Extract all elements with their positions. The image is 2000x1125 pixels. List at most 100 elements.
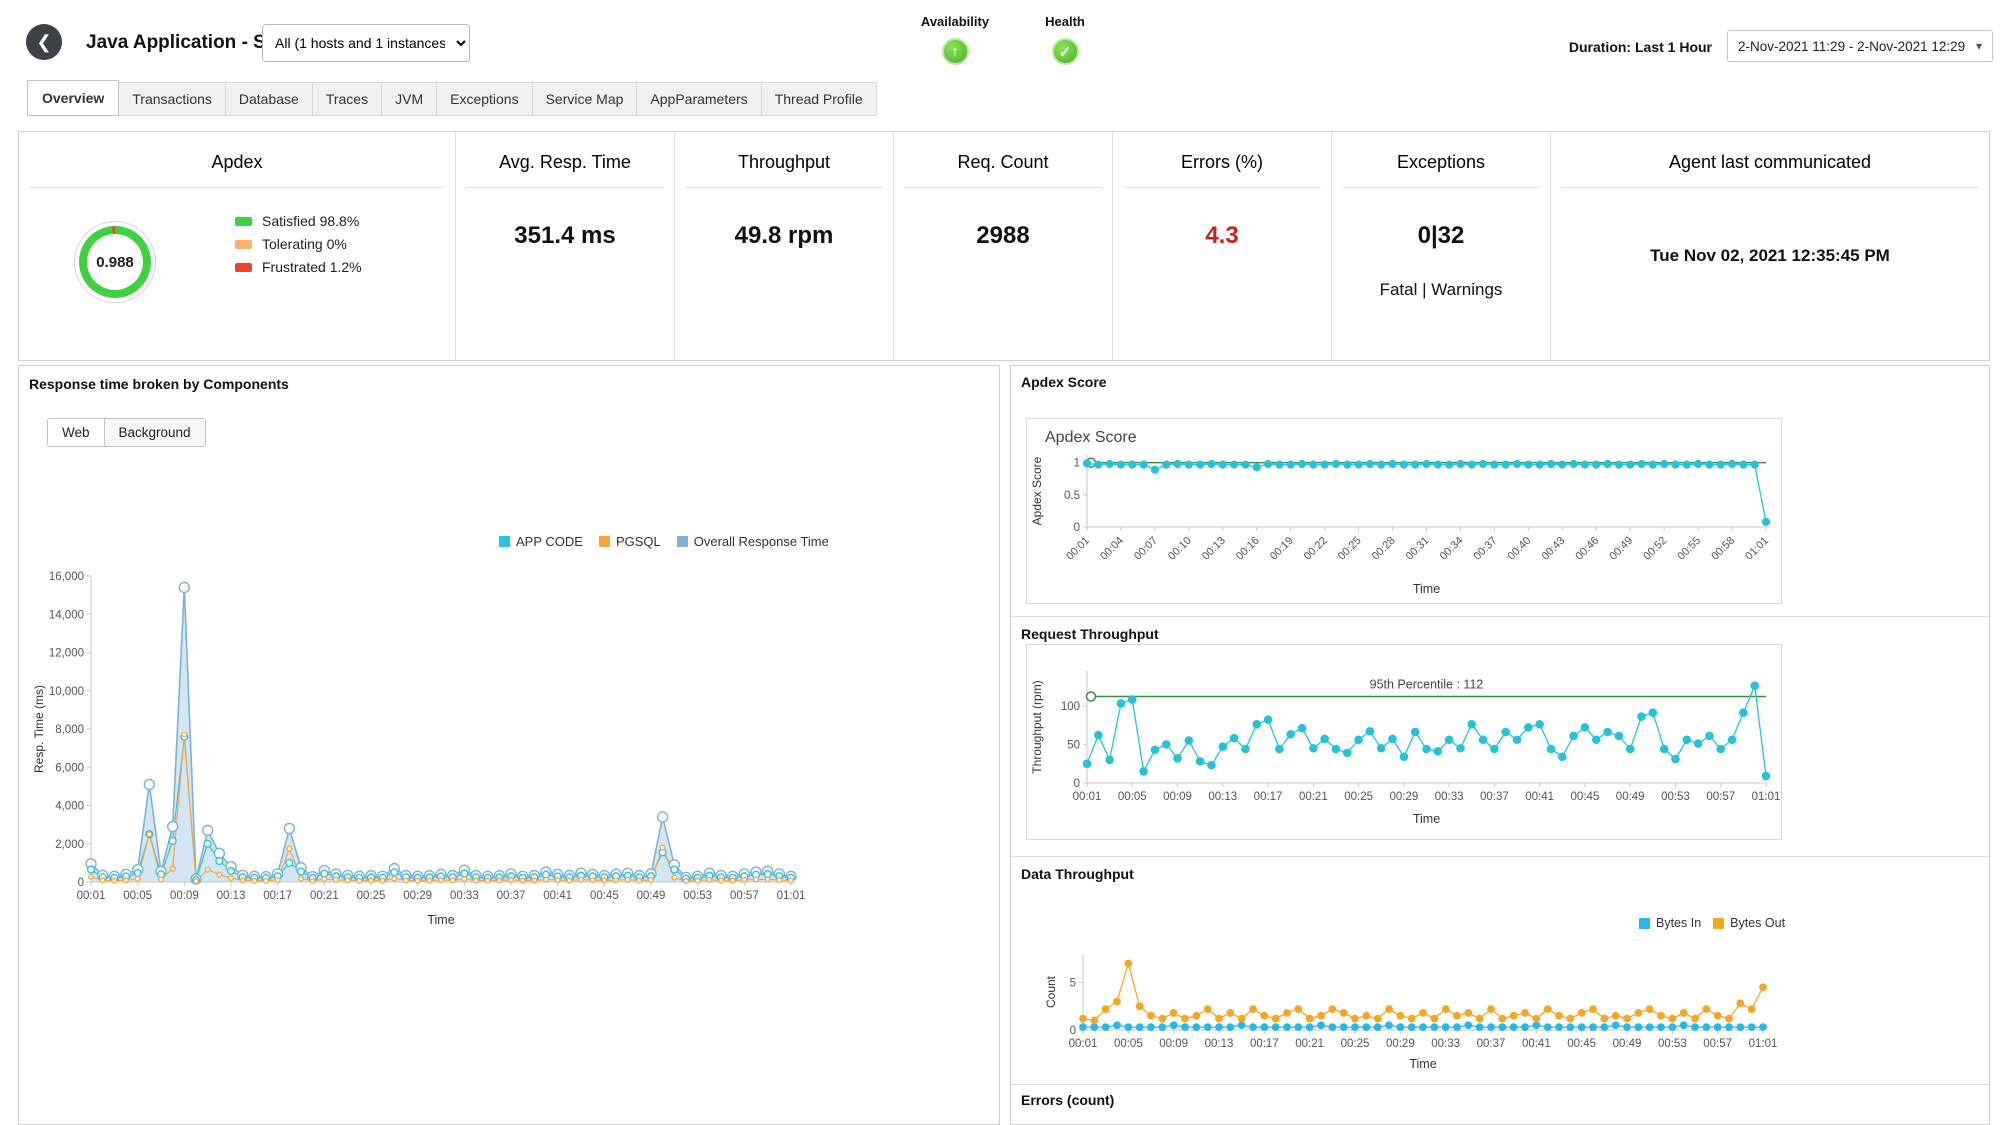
apdex-content: 0.988 Satisfied 98.8% Tolerating 0% Frus… — [19, 224, 455, 300]
response-time-chart: 02,0004,0006,0008,00010,00012,00014,0001… — [29, 554, 849, 964]
tab-traces[interactable]: Traces — [312, 82, 382, 116]
errors-count-section-title: Errors (count) — [1021, 1092, 1114, 1108]
tab-bar: Overview Transactions Database Traces JV… — [28, 80, 877, 116]
svg-text:00:05: 00:05 — [1118, 791, 1147, 803]
svg-text:0: 0 — [78, 877, 84, 889]
avg-resp-title: Avg. Resp. Time — [456, 152, 674, 173]
errors-value: 4.3 — [1113, 222, 1331, 250]
agent-last-communicated-value: Tue Nov 02, 2021 12:35:45 PM — [1551, 246, 1989, 266]
svg-text:00:52: 00:52 — [1641, 535, 1669, 563]
frustrated-swatch — [235, 263, 252, 272]
throughput-card: Throughput 49.8 rpm — [675, 132, 894, 360]
tab-appparameters[interactable]: AppParameters — [636, 82, 761, 116]
svg-text:00:01: 00:01 — [1069, 1038, 1098, 1050]
pgsql-label: PGSQL — [616, 534, 661, 549]
exceptions-title: Exceptions — [1332, 152, 1550, 173]
svg-text:01:01: 01:01 — [1749, 1038, 1778, 1050]
svg-text:00:17: 00:17 — [1254, 791, 1283, 803]
svg-text:100: 100 — [1061, 701, 1080, 713]
svg-text:00:53: 00:53 — [1661, 791, 1690, 803]
svg-text:00:45: 00:45 — [1571, 791, 1600, 803]
legend-row-frustrated: Frustrated 1.2% — [235, 259, 362, 275]
svg-text:00:19: 00:19 — [1268, 535, 1296, 563]
svg-text:01:01: 01:01 — [1743, 535, 1771, 563]
svg-text:01:01: 01:01 — [777, 890, 806, 902]
svg-text:Time: Time — [1413, 812, 1440, 826]
availability-label: Availability — [903, 14, 1007, 29]
health-check-icon: ✓ — [1052, 38, 1079, 65]
svg-text:14,000: 14,000 — [49, 609, 84, 621]
svg-text:00:21: 00:21 — [1299, 791, 1328, 803]
svg-text:00:29: 00:29 — [1389, 791, 1418, 803]
tab-exceptions[interactable]: Exceptions — [436, 82, 532, 116]
svg-text:00:13: 00:13 — [1208, 791, 1237, 803]
tab-database[interactable]: Database — [225, 82, 313, 116]
divider — [685, 187, 883, 188]
errors-title: Errors (%) — [1113, 152, 1331, 173]
svg-text:00:49: 00:49 — [1616, 791, 1645, 803]
svg-text:95th Percentile : 112: 95th Percentile : 112 — [1370, 677, 1484, 691]
svg-text:00:53: 00:53 — [1658, 1038, 1687, 1050]
divider — [29, 187, 445, 188]
date-range-picker[interactable]: 2-Nov-2021 11:29 - 2-Nov-2021 12:29 ▾ — [1727, 30, 1993, 62]
svg-text:Throughput (rpm): Throughput (rpm) — [1030, 680, 1044, 773]
tab-thread-profile[interactable]: Thread Profile — [761, 82, 877, 116]
svg-text:00:53: 00:53 — [683, 890, 712, 902]
legend-bytes-in: Bytes In — [1639, 916, 1701, 930]
svg-text:Count: Count — [1044, 975, 1058, 1008]
svg-text:00:40: 00:40 — [1506, 535, 1534, 563]
svg-text:00:28: 00:28 — [1370, 535, 1398, 563]
svg-text:0: 0 — [1074, 778, 1080, 790]
svg-text:0.5: 0.5 — [1064, 490, 1080, 502]
legend-bytes-out: Bytes Out — [1713, 916, 1785, 930]
host-instance-selector[interactable]: All (1 hosts and 1 instances) — [262, 24, 470, 62]
data-throughput-chart: 0500:0100:0500:0900:1300:1700:2100:2500:… — [1041, 938, 1791, 1096]
tab-transactions[interactable]: Transactions — [118, 82, 226, 116]
svg-text:00:41: 00:41 — [1522, 1038, 1551, 1050]
back-button[interactable]: ❮ — [26, 24, 62, 60]
tab-jvm[interactable]: JVM — [381, 82, 437, 116]
app-code-label: APP CODE — [516, 534, 583, 549]
svg-text:50: 50 — [1067, 739, 1080, 751]
svg-text:00:17: 00:17 — [1250, 1038, 1279, 1050]
legend-pgsql: PGSQL — [599, 534, 661, 549]
apdex-score-chart: 00.5100:0100:0400:0700:1000:1300:1600:19… — [1027, 419, 1781, 603]
svg-text:00:57: 00:57 — [730, 890, 759, 902]
divider — [1011, 856, 1989, 857]
svg-text:00:33: 00:33 — [1435, 791, 1464, 803]
svg-text:1: 1 — [1074, 458, 1080, 470]
legend-row-tolerating: Tolerating 0% — [235, 236, 362, 252]
divider — [1342, 187, 1540, 188]
bytes-in-swatch — [1639, 918, 1650, 929]
app-code-swatch — [499, 536, 510, 547]
summary-cards-row: Apdex 0.988 Satisfied 98.8% Tolerating 0… — [18, 131, 1990, 361]
svg-text:2,000: 2,000 — [55, 839, 84, 851]
bytes-out-label: Bytes Out — [1730, 916, 1785, 930]
svg-text:00:25: 00:25 — [1336, 535, 1364, 563]
svg-text:00:09: 00:09 — [170, 890, 199, 902]
tab-overview[interactable]: Overview — [27, 80, 119, 116]
svg-text:00:58: 00:58 — [1709, 535, 1737, 563]
svg-text:00:25: 00:25 — [357, 890, 386, 902]
toggle-background-button[interactable]: Background — [104, 419, 205, 446]
svg-text:00:33: 00:33 — [450, 890, 479, 902]
agent-card: Agent last communicated Tue Nov 02, 2021… — [1551, 132, 1989, 360]
tab-service-map[interactable]: Service Map — [532, 82, 638, 116]
svg-text:00:13: 00:13 — [1200, 535, 1228, 563]
svg-text:00:57: 00:57 — [1706, 791, 1735, 803]
apdex-chart-box: Apdex Score 00.5100:0100:0400:0700:1000:… — [1026, 418, 1782, 604]
svg-text:16,000: 16,000 — [49, 571, 84, 583]
apdex-gauge: 0.988 — [79, 226, 151, 298]
svg-text:00:37: 00:37 — [1480, 791, 1509, 803]
health-label: Health — [1013, 14, 1117, 29]
response-components-panel: Response time broken by Components Web B… — [18, 365, 1000, 1125]
svg-text:00:21: 00:21 — [1295, 1038, 1324, 1050]
response-components-title: Response time broken by Components — [29, 376, 289, 392]
toggle-web-button[interactable]: Web — [48, 419, 104, 446]
req-count-title: Req. Count — [894, 152, 1112, 173]
legend-overall: Overall Response Time — [677, 534, 829, 549]
req-count-value: 2988 — [894, 222, 1112, 250]
data-throughput-section-title: Data Throughput — [1021, 866, 1134, 882]
svg-text:6,000: 6,000 — [55, 762, 84, 774]
svg-text:Apdex Score: Apdex Score — [1030, 456, 1044, 525]
